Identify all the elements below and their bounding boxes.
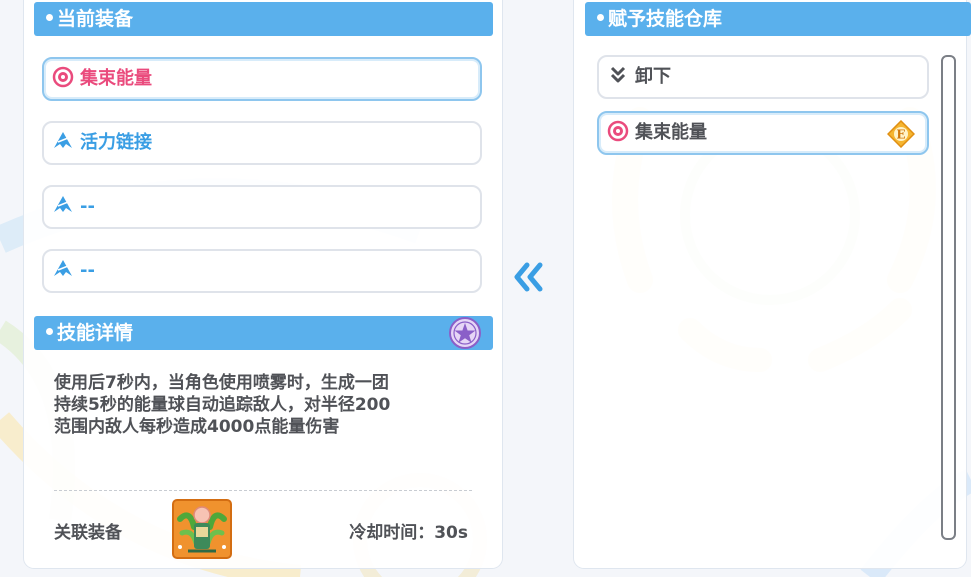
vitality-link-icon: [54, 132, 72, 148]
description-line: 使用后7秒内，当角色使用喷雾时，生成一团: [54, 373, 389, 393]
header-dot: [46, 328, 53, 335]
equipped-badge-letter: E: [896, 128, 905, 142]
energy-burst-icon: [52, 66, 74, 88]
skill-description: 使用后7秒内，当角色使用喷雾时，生成一团 持续5秒的能量球自动追踪敌人，对半径2…: [54, 372, 474, 438]
header-dot: [597, 14, 604, 21]
skill-warehouse-title: 赋予技能仓库: [608, 8, 723, 30]
description-line: 持续5秒的能量球自动追踪敌人，对半径200: [54, 395, 391, 415]
warehouse-skill-item[interactable]: 集束能量 E: [597, 111, 929, 155]
current-equipment-header: 当前装备: [34, 2, 493, 36]
description-line: 范围内敌人每秒造成4000点能量伤害: [54, 417, 340, 437]
equipped-skill-label: --: [80, 196, 95, 217]
equipped-skill-label: --: [80, 260, 95, 281]
skill-detail-title: 技能详情: [57, 322, 134, 344]
empty-skill-icon: [54, 260, 72, 276]
current-equipment-title: 当前装备: [57, 8, 134, 30]
equipped-skill-slot-1[interactable]: 集束能量: [42, 57, 482, 101]
linked-equipment-label: 关联装备: [54, 523, 122, 543]
cooldown-value: 30s: [434, 523, 468, 543]
unequip-chevron-icon: [610, 66, 626, 83]
equipped-skill-slot-4[interactable]: --: [42, 249, 482, 293]
double-chevron-left-icon[interactable]: [513, 262, 545, 292]
equipped-skill-label: 活力链接: [80, 132, 152, 153]
equipped-skill-slot-3[interactable]: --: [42, 185, 482, 229]
gear-card-icon[interactable]: [172, 499, 232, 559]
unequip-label: 卸下: [635, 66, 671, 87]
energy-burst-icon: [607, 120, 629, 142]
header-dot: [46, 14, 53, 21]
skill-warehouse-header: 赋予技能仓库: [585, 2, 971, 36]
cooldown-label: 冷却时间：: [349, 523, 435, 543]
cooldown-display: 冷却时间：30s: [349, 518, 468, 543]
skill-detail-header: 技能详情: [34, 316, 493, 350]
equipped-skill-label: 集束能量: [80, 68, 152, 89]
warehouse-scrollbar[interactable]: [941, 55, 956, 540]
divider: [54, 490, 472, 491]
equipped-skill-slot-2[interactable]: 活力链接: [42, 121, 482, 165]
star-emblem-icon: [449, 317, 481, 349]
warehouse-skill-label: 集束能量: [635, 122, 707, 143]
equipped-badge: E: [887, 120, 915, 148]
empty-skill-icon: [54, 196, 72, 212]
unequip-button[interactable]: 卸下: [597, 55, 929, 99]
